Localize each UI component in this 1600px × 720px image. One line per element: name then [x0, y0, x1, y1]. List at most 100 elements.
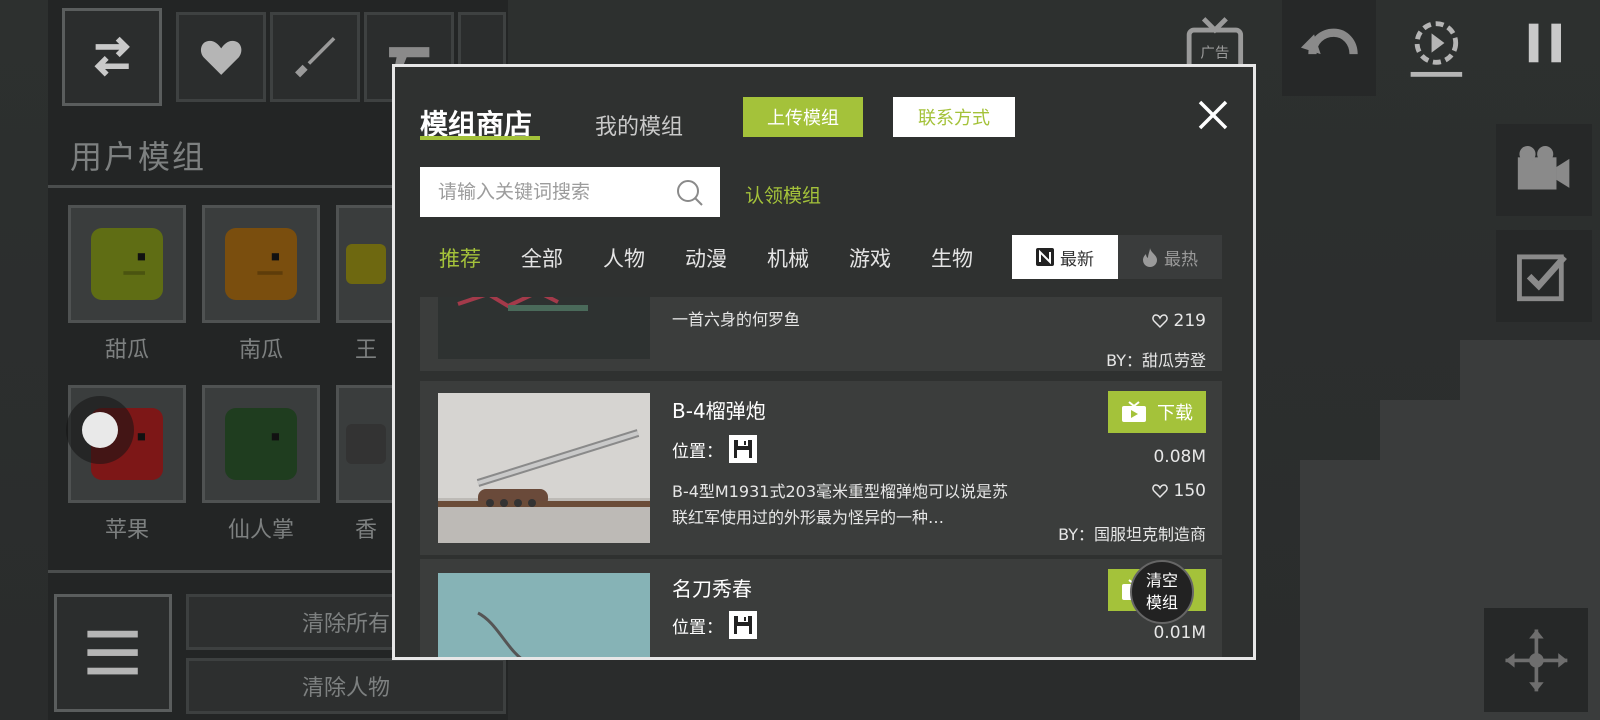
like-count-value: 150	[1173, 481, 1206, 501]
item-cactus[interactable]	[202, 385, 320, 503]
new-badge-icon	[1036, 248, 1054, 266]
swap-button[interactable]	[62, 8, 162, 106]
tab-anime[interactable]: 动漫	[685, 243, 727, 273]
hamburger-icon	[87, 631, 139, 675]
like-count: 219	[1151, 311, 1206, 331]
upload-mod-button[interactable]: 上传模组	[743, 97, 863, 137]
heart-outline-icon	[1151, 484, 1168, 499]
mod-thumbnail	[438, 393, 650, 543]
tab-characters[interactable]: 人物	[603, 243, 645, 273]
ad-label: 广告	[1201, 44, 1230, 61]
item-sixth[interactable]	[336, 385, 396, 503]
item-label: 甜瓜	[104, 338, 149, 363]
close-icon[interactable]	[1195, 97, 1231, 133]
pause-icon	[1528, 23, 1562, 63]
item-melon[interactable]	[68, 205, 186, 323]
mod-size: 0.08M	[1153, 447, 1206, 467]
tab-my-mods[interactable]: 我的模组	[595, 109, 683, 141]
mod-author: BY：甜瓜劳登	[1106, 351, 1206, 370]
active-tab-indicator	[420, 136, 540, 140]
flame-icon	[1143, 248, 1157, 267]
item-apple[interactable]	[68, 385, 186, 503]
pumpkin-icon	[225, 228, 297, 300]
item-label: 仙人掌	[227, 518, 294, 543]
item-label: 香	[354, 518, 377, 543]
move-button[interactable]	[1484, 608, 1588, 712]
sword-icon	[294, 36, 336, 78]
slow-motion-button[interactable]	[1384, 0, 1488, 92]
mod-description: 一首六身的何罗鱼	[672, 310, 801, 329]
mod-author: BY：国服坦克制造商	[1058, 525, 1206, 544]
swap-icon	[94, 37, 130, 77]
mod-title: B-4榴弹炮	[672, 399, 766, 423]
item-pumpkin[interactable]	[202, 205, 320, 323]
mod-store-dialog: 模组商店 我的模组 上传模组 联系方式 认领模组 推荐 全部 人物 动漫 机械 …	[392, 64, 1256, 660]
camera-button[interactable]	[1496, 124, 1592, 216]
fruit-icon	[346, 424, 386, 464]
cactus-icon	[225, 408, 297, 480]
mod-list[interactable]: 一首六身的何罗鱼 219 BY：甜瓜劳登 B-4榴弹炮 位置： B-4型M193…	[420, 297, 1222, 657]
item-label: 王	[354, 338, 377, 363]
item-label: 苹果	[104, 518, 149, 543]
melon-icon	[91, 228, 163, 300]
like-count-value: 219	[1173, 311, 1206, 331]
video-camera-icon	[1518, 145, 1570, 190]
sort-newest-label: 最新	[1060, 249, 1094, 270]
dialog-header: 模组商店 我的模组 上传模组 联系方式	[395, 67, 1253, 157]
touch-indicator	[82, 412, 118, 448]
mod-position: 位置：	[672, 611, 757, 639]
download-label: 下载	[1157, 403, 1193, 423]
terrain	[1380, 400, 1600, 460]
item-third[interactable]	[336, 205, 396, 323]
mod-card[interactable]: 一首六身的何罗鱼 219 BY：甜瓜劳登	[420, 297, 1222, 371]
mod-position: 位置：	[672, 435, 757, 463]
contact-button[interactable]: 联系方式	[893, 97, 1015, 137]
mod-description: B-4型M1931式203毫米重型榴弹炮可以说是苏联红军使用过的外形最为怪异的一…	[672, 482, 1008, 527]
claim-mod-link[interactable]: 认领模组	[745, 181, 821, 208]
search-box	[420, 167, 720, 217]
search-input[interactable]	[438, 167, 658, 217]
mod-size: 0.01M	[1153, 623, 1206, 643]
sort-newest-button[interactable]: 最新	[1012, 235, 1118, 279]
tab-creatures[interactable]: 生物	[931, 243, 973, 273]
tab-machinery[interactable]: 机械	[767, 243, 809, 273]
floppy-icon	[729, 435, 757, 463]
fruit-icon	[346, 244, 386, 284]
tab-recommended[interactable]: 推荐	[439, 243, 481, 273]
category-melee-button[interactable]	[270, 12, 360, 102]
undo-icon	[1301, 29, 1358, 55]
clear-mods-line1: 清空	[1145, 571, 1178, 590]
mod-thumbnail	[438, 297, 650, 359]
tab-games[interactable]: 游戏	[849, 243, 891, 273]
heart-outline-icon	[1151, 314, 1168, 329]
floppy-icon	[729, 611, 757, 639]
clear-mods-button[interactable]: 清空 模组	[1130, 560, 1194, 624]
mod-thumbnail	[438, 573, 650, 657]
heart-icon	[200, 40, 242, 75]
select-button[interactable]	[1496, 230, 1592, 322]
section-title: 用户模组	[70, 138, 207, 176]
mod-card[interactable]: B-4榴弹炮 位置： B-4型M1931式203毫米重型榴弹炮可以说是苏联红军使…	[420, 381, 1222, 555]
tv-icon	[1122, 401, 1146, 422]
pause-button[interactable]	[1498, 0, 1592, 92]
undo-button[interactable]	[1282, 0, 1376, 96]
slow-motion-icon	[1410, 21, 1462, 77]
search-icon[interactable]	[676, 179, 704, 207]
item-label: 南瓜	[238, 338, 283, 363]
clear-mods-line2: 模组	[1145, 593, 1178, 612]
sort-hottest-button[interactable]: 最热	[1118, 235, 1222, 279]
terrain	[1460, 340, 1600, 400]
clear-people-button[interactable]: 清除人物	[186, 658, 506, 714]
position-label: 位置：	[672, 617, 723, 638]
mod-title: 名刀秀春	[672, 577, 752, 601]
checkbox-icon	[1517, 254, 1568, 301]
like-count: 150	[1151, 481, 1206, 501]
sort-hottest-label: 最热	[1164, 249, 1198, 270]
download-button[interactable]: 下载	[1108, 391, 1206, 433]
move-arrows-icon	[1505, 629, 1567, 691]
mod-card[interactable]: 名刀秀春 位置： 下载 0.01M	[420, 559, 1222, 657]
menu-button[interactable]	[54, 594, 172, 712]
tab-all[interactable]: 全部	[521, 243, 563, 273]
category-living-button[interactable]	[176, 12, 266, 102]
position-label: 位置：	[672, 441, 723, 462]
